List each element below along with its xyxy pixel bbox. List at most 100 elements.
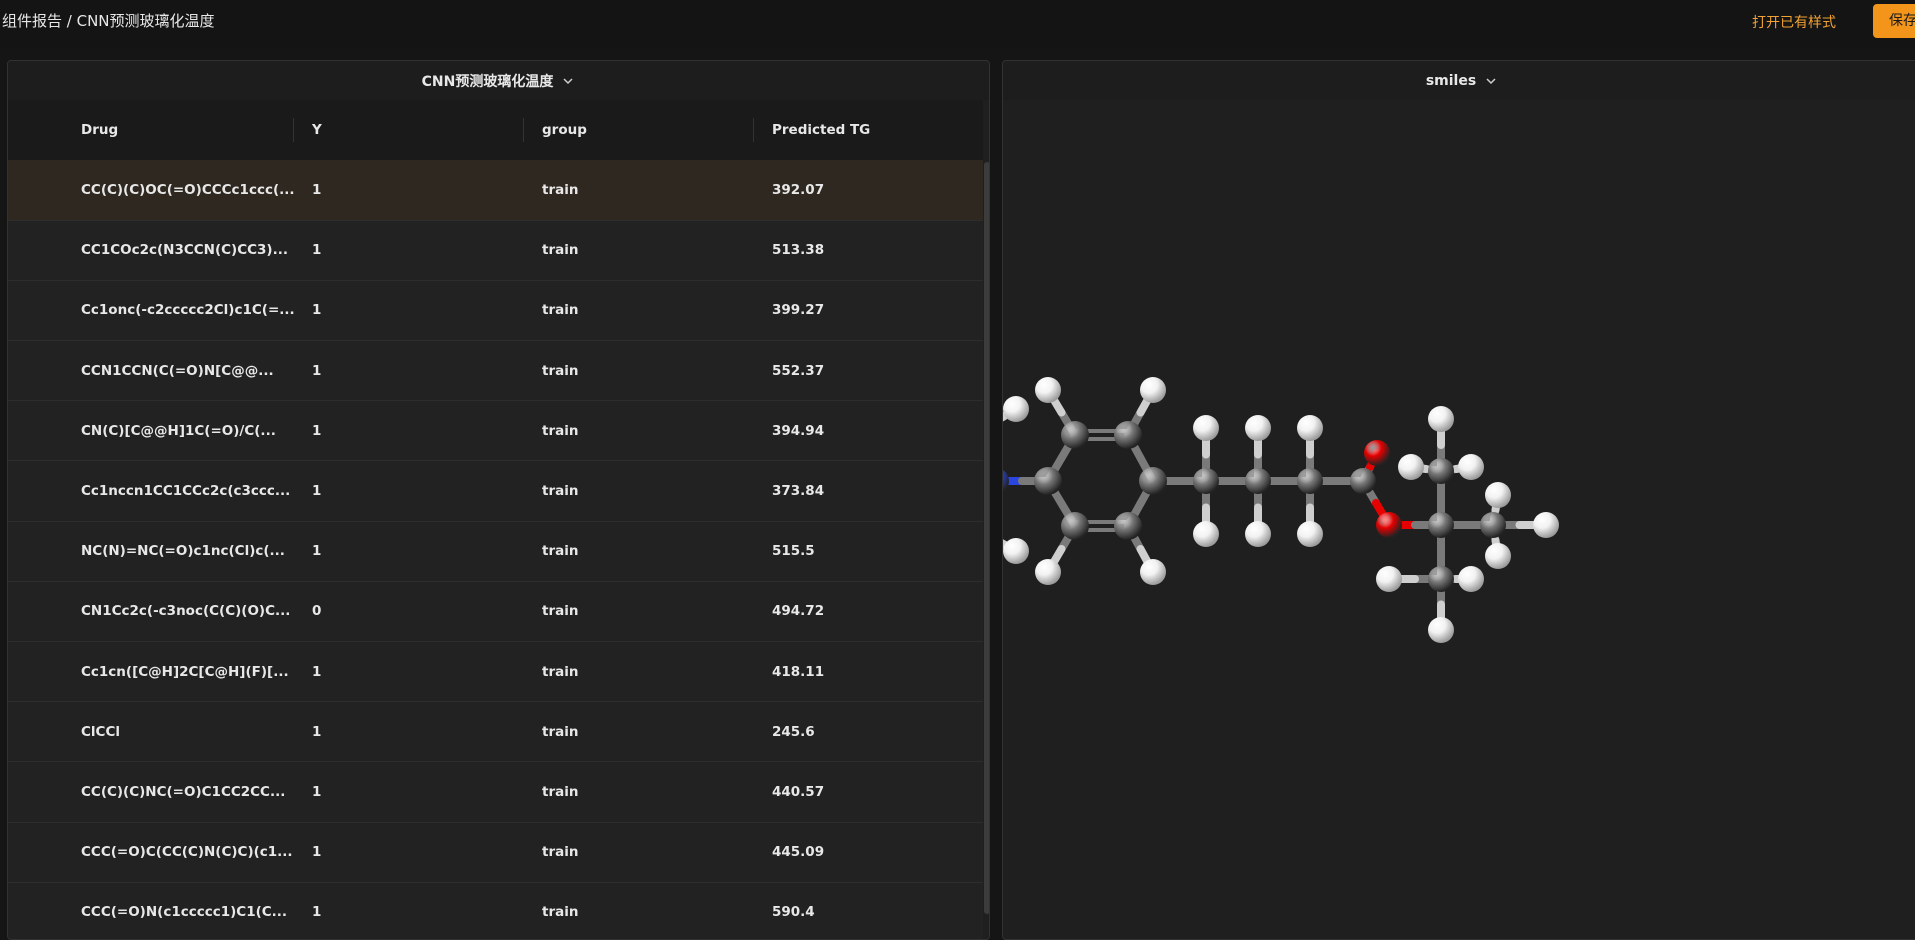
- table-row[interactable]: Cc1onc(-c2ccccc2Cl)c1C(=... 1 train 399.27: [8, 280, 983, 341]
- table-row[interactable]: Cc1cn([C@H]2C[C@H](F)[... 1 train 418.11: [8, 641, 983, 702]
- column-header-group[interactable]: group: [524, 100, 754, 160]
- table-panel-header[interactable]: CNN预测玻璃化温度: [8, 61, 989, 100]
- table-row[interactable]: CC(C)(C)OC(=O)CCCc1ccc(... 1 train 392.07: [8, 160, 983, 221]
- column-header-y[interactable]: Y: [294, 100, 524, 160]
- cell-drug: CC(C)(C)OC(=O)CCCc1ccc(...: [81, 181, 294, 198]
- carbon-atom: [1480, 512, 1506, 538]
- cell-y: 0: [312, 603, 322, 620]
- top-bar: 组件报告 / CNN预测玻璃化温度 打开已有样式 保存: [0, 0, 1915, 48]
- carbon-atom: [1428, 512, 1454, 538]
- table-row[interactable]: CN(C)[C@@H]1C(=O)/C(... 1 train 394.94: [8, 400, 983, 461]
- cell-y: 1: [312, 302, 322, 319]
- table-row[interactable]: ClCCl 1 train 245.6: [8, 701, 983, 762]
- cell-group: train: [542, 603, 579, 620]
- column-header-drug[interactable]: Drug: [8, 100, 294, 160]
- save-button[interactable]: 保存: [1873, 4, 1915, 38]
- hydrogen-atom: [1485, 543, 1511, 569]
- table-panel: CNN预测玻璃化温度 Drug Y group Predicted TG CC(…: [7, 60, 990, 940]
- scrollbar-thumb[interactable]: [984, 162, 989, 914]
- cell-y: 1: [312, 543, 322, 560]
- hydrogen-atom: [1398, 454, 1424, 480]
- table-row[interactable]: CCC(=O)N(c1ccccc1)C1(C... 1 train 590.4: [8, 882, 983, 939]
- cell-group: train: [542, 663, 579, 680]
- data-table: Drug Y group Predicted TG CC(C)(C)OC(=O)…: [8, 100, 983, 939]
- table-panel-title: CNN预测玻璃化温度: [421, 73, 554, 90]
- hydrogen-atom: [1035, 377, 1061, 403]
- cell-drug: ClCCl: [81, 723, 120, 740]
- hydrogen-atom: [1485, 482, 1511, 508]
- hydrogen-atom: [1140, 377, 1166, 403]
- cell-group: train: [542, 302, 579, 319]
- table-row[interactable]: CCC(=O)C(CC(C)N(C)C)(c1... 1 train 445.09: [8, 822, 983, 883]
- hydrogen-atom: [1140, 559, 1166, 585]
- table-row[interactable]: CC(C)(C)NC(=O)C1CC2CC... 1 train 440.57: [8, 761, 983, 823]
- hydrogen-atom: [1003, 538, 1029, 564]
- cell-predicted-tg: 494.72: [772, 603, 825, 620]
- cell-predicted-tg: 394.94: [772, 422, 825, 439]
- table-row[interactable]: CC1COc2c(N3CCN(C)CC3)... 1 train 513.38: [8, 220, 983, 281]
- hydrogen-atom: [1533, 512, 1559, 538]
- carbon-atom: [1061, 512, 1089, 540]
- nitrogen-atom: [1003, 470, 1009, 492]
- cell-drug: Cc1cn([C@H]2C[C@H](F)[...: [81, 663, 289, 680]
- hydrogen-atom: [1458, 454, 1484, 480]
- table-row[interactable]: Cc1nccn1CC1CCc2c(c3ccc... 1 train 373.84: [8, 460, 983, 522]
- carbon-atom: [1350, 468, 1376, 494]
- cell-predicted-tg: 373.84: [772, 483, 825, 500]
- table-row[interactable]: NC(N)=NC(=O)c1nc(Cl)c(... 1 train 515.5: [8, 521, 983, 582]
- cell-y: 1: [312, 663, 322, 680]
- cell-drug: Cc1onc(-c2ccccc2Cl)c1C(=...: [81, 302, 294, 319]
- cell-drug: Cc1nccn1CC1CCc2c(c3ccc...: [81, 483, 291, 500]
- hydrogen-atom: [1297, 415, 1323, 441]
- carbon-atom: [1114, 512, 1142, 540]
- cell-predicted-tg: 440.57: [772, 783, 825, 800]
- oxygen-atom: [1376, 512, 1402, 538]
- cell-predicted-tg: 418.11: [772, 663, 825, 680]
- carbon-atom: [1114, 421, 1142, 449]
- hydrogen-atom: [1245, 521, 1271, 547]
- cell-y: 1: [312, 723, 322, 740]
- hydrogen-atom: [1428, 406, 1454, 432]
- molecule-panel-header[interactable]: smiles: [1003, 61, 1915, 100]
- cell-group: train: [542, 723, 579, 740]
- cell-y: 1: [312, 844, 322, 861]
- breadcrumb: 组件报告 / CNN预测玻璃化温度: [2, 12, 215, 30]
- molecule-panel-title: smiles: [1425, 72, 1477, 89]
- hydrogen-atom: [1193, 521, 1219, 547]
- cell-predicted-tg: 392.07: [772, 181, 825, 198]
- carbon-atom: [1193, 468, 1219, 494]
- chevron-down-icon: [563, 77, 573, 84]
- cell-predicted-tg: 445.09: [772, 844, 825, 861]
- cell-drug: CCC(=O)N(c1ccccc1)C1(C...: [81, 904, 288, 921]
- table-header-row: Drug Y group Predicted TG: [8, 100, 983, 160]
- cell-group: train: [542, 844, 579, 861]
- column-header-predicted-tg[interactable]: Predicted TG: [754, 100, 983, 160]
- open-existing-style-button[interactable]: 打开已有样式: [1752, 12, 1836, 32]
- cell-predicted-tg: 399.27: [772, 302, 825, 319]
- cell-drug: NC(N)=NC(=O)c1nc(Cl)c(...: [81, 543, 285, 560]
- cell-y: 1: [312, 242, 322, 259]
- table-row[interactable]: CN1Cc2c(-c3noc(C(C)(O)C... 0 train 494.72: [8, 581, 983, 642]
- oxygen-atom: [1364, 440, 1390, 466]
- cell-group: train: [542, 181, 579, 198]
- cell-group: train: [542, 904, 579, 921]
- carbon-atom: [1034, 467, 1062, 495]
- carbon-atom: [1061, 421, 1089, 449]
- cell-drug: CC1COc2c(N3CCN(C)CC3)...: [81, 242, 288, 259]
- cell-y: 1: [312, 422, 322, 439]
- cell-predicted-tg: 590.4: [772, 904, 815, 921]
- cell-drug: CCN1CCN(C(=O)N[C@@...: [81, 362, 274, 379]
- hydrogen-atom: [1458, 566, 1484, 592]
- hydrogen-atom: [1193, 415, 1219, 441]
- cell-predicted-tg: 245.6: [772, 723, 815, 740]
- molecule-3d-view[interactable]: [1003, 100, 1915, 940]
- molecule-panel: smiles: [1002, 60, 1915, 940]
- hydrogen-atom: [1245, 415, 1271, 441]
- cell-predicted-tg: 552.37: [772, 362, 825, 379]
- cell-predicted-tg: 515.5: [772, 543, 815, 560]
- hydrogen-atom: [1376, 566, 1402, 592]
- carbon-atom: [1139, 467, 1167, 495]
- cell-y: 1: [312, 483, 322, 500]
- table-row[interactable]: CCN1CCN(C(=O)N[C@@... 1 train 552.37: [8, 340, 983, 401]
- chevron-down-icon: [1486, 77, 1496, 84]
